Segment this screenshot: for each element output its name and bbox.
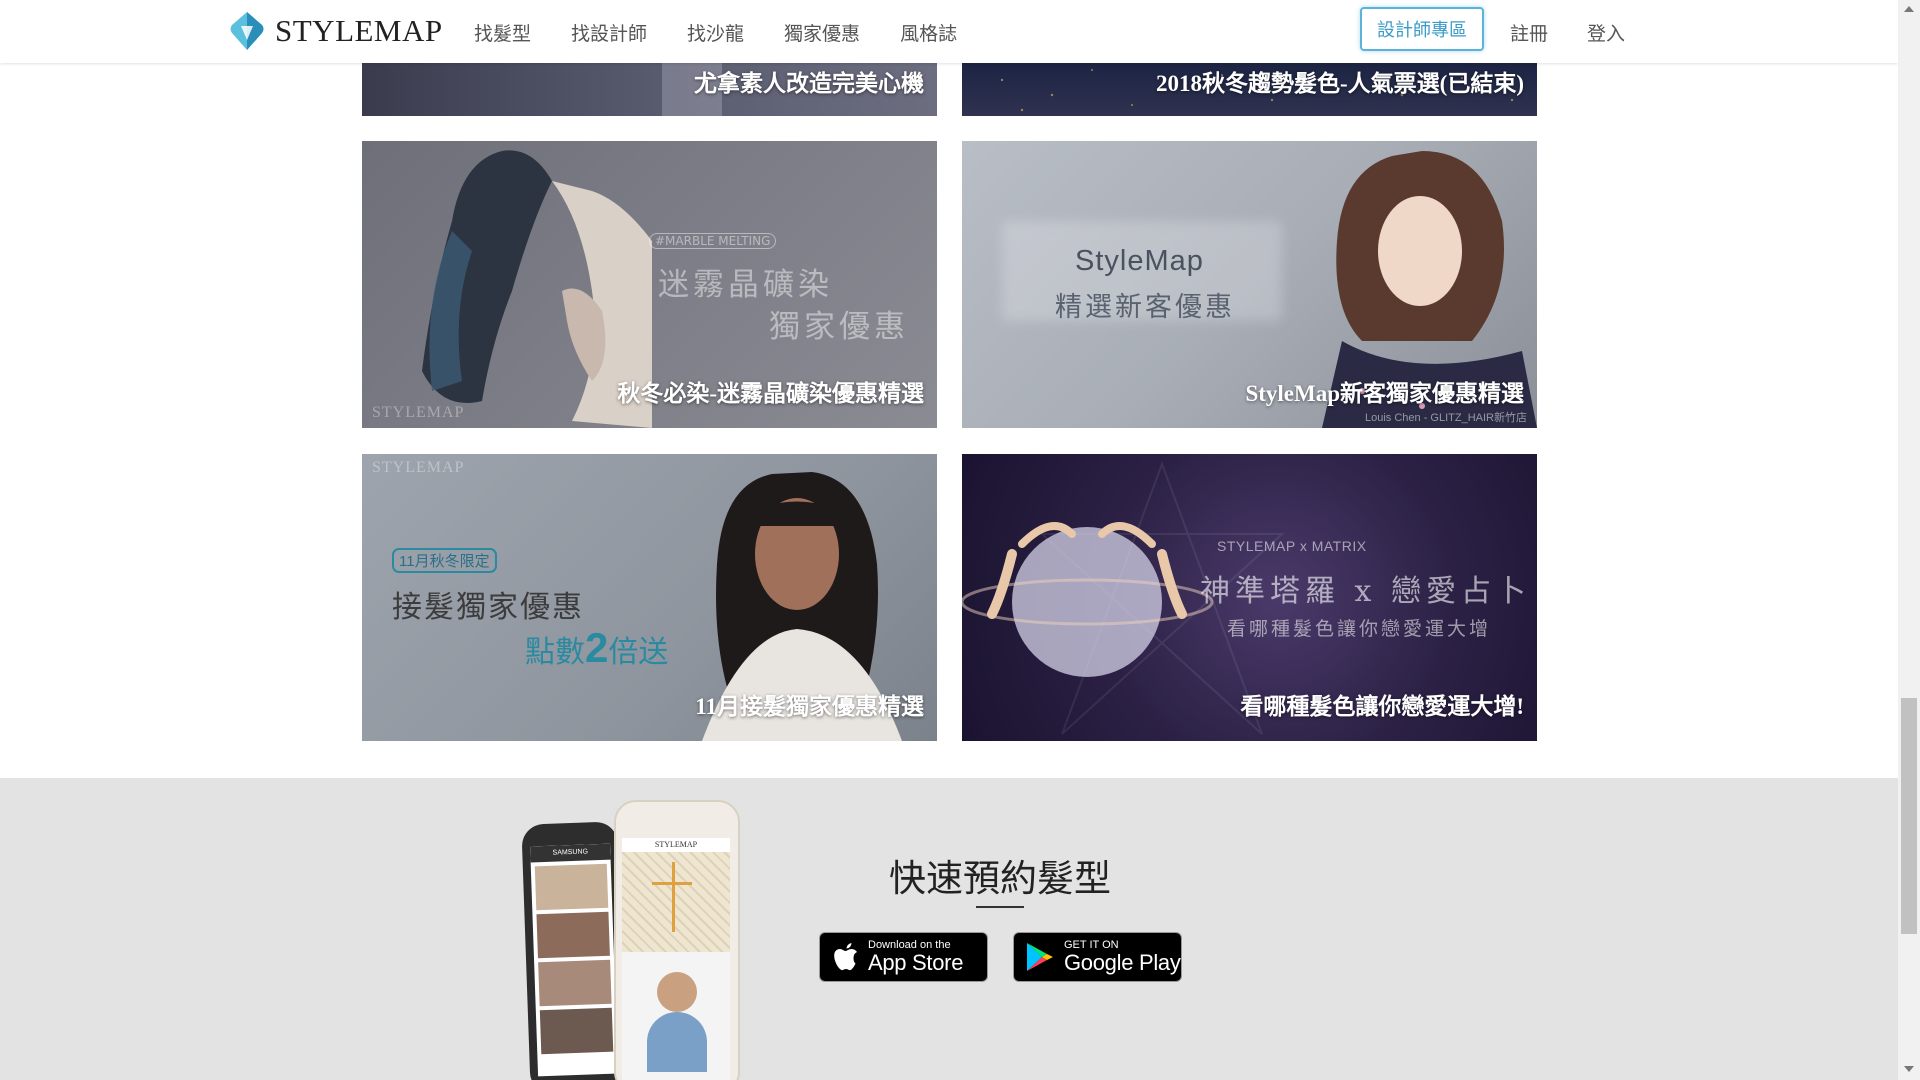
article-card[interactable]: #MARBLE MELTING 迷霧晶礦染 獨家優惠 STYLEMAP 秋冬必染… (362, 141, 937, 428)
stylemap-logo-icon (230, 12, 264, 50)
login-link[interactable]: 登入 (1587, 19, 1625, 46)
photo-credit: Louis Chen - GLITZ_HAIR新竹店 (1365, 412, 1527, 424)
scrollbar-thumb[interactable] (1901, 698, 1917, 934)
nav-exclusive-offers[interactable]: 獨家優惠 (784, 19, 860, 46)
offer-points-label: 點數 (525, 636, 585, 669)
nav-find-designer[interactable]: 找設計師 (571, 19, 647, 46)
watermark: STYLEMAP (372, 459, 465, 476)
logo-text: STYLEMAP (275, 13, 443, 48)
nav-find-hairstyle[interactable]: 找髮型 (474, 19, 531, 46)
card-caption: 秋冬必染-迷霧晶礦染優惠精選 (617, 381, 924, 406)
google-play-label: Google Play (1064, 950, 1181, 975)
offer-title-line1: 接髮獨家優惠 (392, 591, 584, 624)
app-store-button[interactable]: Download on the App Store (819, 932, 988, 982)
card-caption: 2018秋冬趨勢髮色-人氣票選(已結束) (1156, 71, 1524, 96)
card-caption: 11月接髮獨家優惠精選 (695, 694, 924, 719)
phone-screen: SAMSUNG (530, 843, 619, 1077)
phone-mockup-front: STYLEMAP (614, 800, 740, 1080)
phone-map (622, 852, 730, 952)
offer-title-line1: 神準塔羅 x 戀愛占卜 (1200, 574, 1531, 609)
card-caption: 看哪種髮色讓你戀愛運大增! (1240, 694, 1524, 719)
offer-title-line1: StyleMap (1075, 245, 1204, 277)
nav-magazine[interactable]: 風格誌 (900, 19, 957, 46)
google-play-icon (1027, 943, 1053, 971)
phone-screen: STYLEMAP (622, 838, 730, 1080)
phone-app-title: STYLEMAP (654, 840, 698, 849)
scroll-up-arrow-icon[interactable] (1904, 6, 1914, 12)
logo[interactable]: STYLEMAP (229, 8, 443, 54)
limited-badge: 11月秋冬限定 (392, 548, 497, 573)
watermark: STYLEMAP (372, 404, 465, 421)
top-navbar: STYLEMAP 找髮型 找設計師 找沙龍 獨家優惠 風格誌 設計師專區 註冊 … (0, 0, 1898, 63)
title-underline (976, 906, 1024, 908)
offer-points-suffix: 倍送 (608, 636, 669, 669)
offer-title-line2: 點數2倍送 (525, 624, 668, 672)
offer-title-line2: 精選新客優惠 (1055, 292, 1235, 322)
footer-title: 快速預約髮型 (889, 859, 1111, 900)
offer-tag: #MARBLE MELTING (649, 233, 777, 249)
app-store-label: App Store (868, 950, 964, 975)
scroll-down-arrow-icon[interactable] (1904, 1066, 1914, 1072)
article-card[interactable]: StyleMap 精選新客優惠 Louis Chen - GLITZ_HAIR新… (962, 141, 1537, 428)
phone-mockup-back: SAMSUNG (521, 821, 627, 1080)
nav-find-salon[interactable]: 找沙龍 (687, 19, 744, 46)
app-download-footer: SAMSUNG STYLEMAP 快速預約髮型 Download on the … (0, 778, 1898, 1080)
offer-multiplier: 2 (585, 624, 609, 671)
vertical-scrollbar[interactable] (1898, 0, 1920, 1080)
phone-brand: SAMSUNG (530, 843, 611, 863)
page: STYLEMAP 找髮型 找設計師 找沙龍 獨家優惠 風格誌 設計師專區 註冊 … (0, 0, 1898, 1080)
offer-title-line2: 獨家優惠 (769, 309, 909, 345)
offer-title-line2: 看哪種髮色讓你戀愛運大增 (1227, 618, 1492, 640)
collab-brand: STYLEMAP x MATRIX (1217, 538, 1367, 554)
card-caption: StyleMap新客獨家優惠精選 (1245, 381, 1524, 406)
apple-icon (834, 943, 857, 971)
offer-title-line1: 迷霧晶礦染 (658, 267, 833, 303)
google-play-button[interactable]: GET IT ON Google Play (1013, 932, 1182, 982)
model-photo (422, 150, 652, 428)
card-caption: 尤拿素人改造完美心機 (694, 71, 924, 96)
register-link[interactable]: 註冊 (1510, 19, 1548, 46)
article-card[interactable]: STYLEMAP 11月秋冬限定 接髮獨家優惠 點數2倍送 11月接髮獨家優惠精… (362, 454, 937, 741)
designer-zone-button[interactable]: 設計師專區 (1360, 7, 1484, 51)
article-card[interactable]: STYLEMAP x MATRIX 神準塔羅 x 戀愛占卜 看哪種髮色讓你戀愛運… (962, 454, 1537, 741)
main-nav: 找髮型 找設計師 找沙龍 獨家優惠 風格誌 (474, 19, 997, 46)
